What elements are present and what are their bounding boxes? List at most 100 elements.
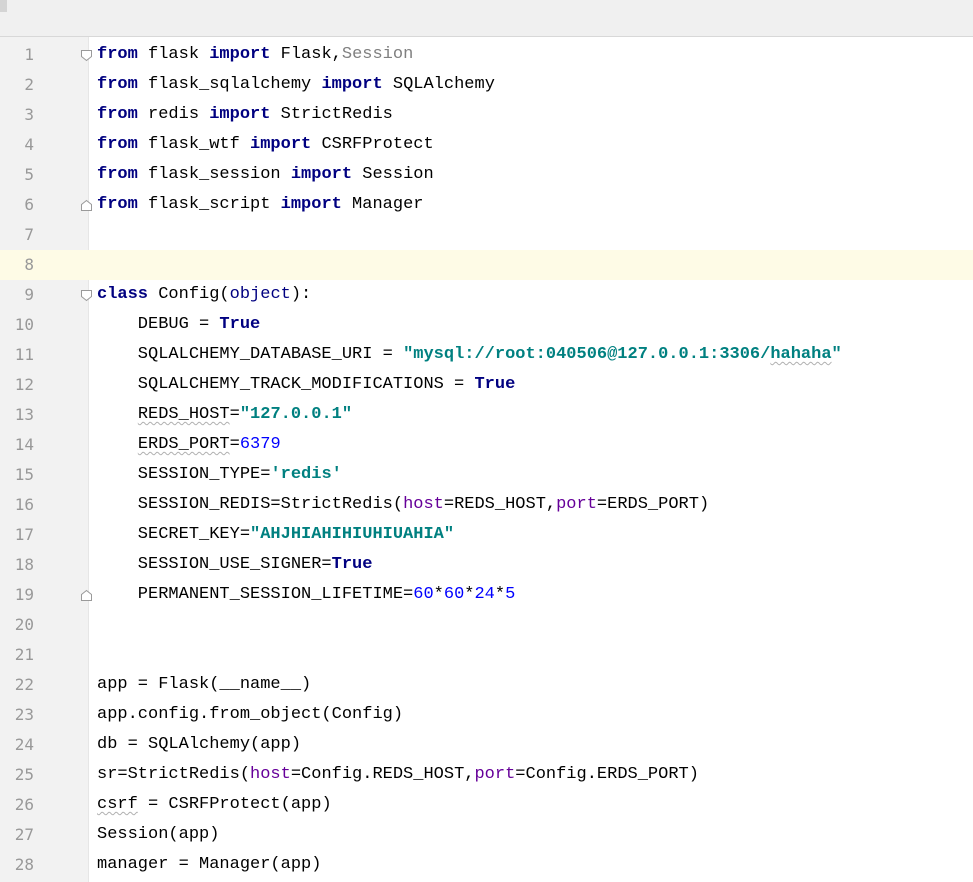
code-token: CSRFProtect (311, 135, 434, 154)
code-text: REDS_HOST="127.0.0.1" (97, 400, 352, 430)
line-number: 22 (14, 675, 34, 694)
code-line[interactable]: 17 SECRET_KEY="AHJHIAHIHIUHIUAHIA" (0, 520, 973, 550)
code-token: import (250, 135, 312, 154)
line-number: 1 (24, 45, 34, 64)
code-line[interactable]: 1 from flask import Flask,Session (0, 40, 973, 70)
code-token: Session (352, 165, 434, 184)
line-number: 27 (14, 825, 34, 844)
line-number: 23 (14, 705, 34, 724)
code-line[interactable]: 14 ERDS_PORT=6379 (0, 430, 973, 460)
code-token: sr=StrictRedis( (97, 765, 251, 784)
code-token: * (433, 585, 444, 604)
code-token: 5 (505, 585, 516, 604)
line-number: 7 (24, 225, 34, 244)
code-token: 60 (443, 585, 465, 604)
code-line[interactable]: 26 csrf = CSRFProtect(app) (0, 790, 973, 820)
code-line[interactable]: 20 (0, 610, 973, 640)
code-token: SESSION_TYPE= (97, 465, 271, 484)
code-token: SQLALCHEMY_TRACK_MODIFICATIONS = (97, 375, 475, 394)
code-line[interactable]: 6 from flask_script import Manager (0, 190, 973, 220)
code-line[interactable]: 2 from flask_sqlalchemy import SQLAlchemy (0, 70, 973, 100)
code-text: SQLALCHEMY_TRACK_MODIFICATIONS = True (97, 370, 515, 400)
code-token: from (97, 75, 138, 94)
code-text: SECRET_KEY="AHJHIAHIHIUHIUAHIA" (97, 520, 454, 550)
code-token: Manager (341, 195, 424, 214)
code-text: from flask import Flask,Session (97, 40, 413, 70)
code-text: SQLALCHEMY_DATABASE_URI = "mysql://root:… (97, 340, 842, 370)
code-token: app.config.from_object(Config) (97, 705, 404, 724)
code-token: import (209, 45, 271, 64)
code-token: import (280, 195, 342, 214)
code-token: flask_wtf (137, 135, 251, 154)
code-line[interactable]: 5 from flask_session import Session (0, 160, 973, 190)
fold-start-icon[interactable] (80, 49, 93, 62)
code-token: manager = Manager(app) (97, 855, 322, 874)
code-token: hahaha (770, 345, 832, 364)
code-line[interactable]: 10 DEBUG = True (0, 310, 973, 340)
code-token: =Config.ERDS_PORT) (515, 765, 699, 784)
code-line[interactable]: 16 SESSION_REDIS=StrictRedis(host=REDS_H… (0, 490, 973, 520)
line-number: 18 (14, 555, 34, 574)
line-number: 13 (14, 405, 34, 424)
code-line[interactable]: 9 class Config(object): (0, 280, 973, 310)
line-number: 5 (24, 165, 34, 184)
code-token: flask_script (137, 195, 281, 214)
code-token: True (331, 555, 373, 574)
code-line[interactable]: 7 (0, 220, 973, 250)
code-line[interactable]: 15 SESSION_TYPE='redis' (0, 460, 973, 490)
code-line[interactable]: 25 sr=StrictRedis(host=Config.REDS_HOST,p… (0, 760, 973, 790)
code-token: , (545, 495, 557, 514)
code-token: SESSION_USE_SIGNER= (97, 555, 332, 574)
code-token: =REDS_HOST (443, 495, 546, 514)
code-token: host (403, 495, 444, 514)
editor-tab-bar (0, 0, 973, 37)
code-text: db = SQLAlchemy(app) (97, 730, 301, 760)
code-text: SESSION_USE_SIGNER=True (97, 550, 373, 580)
code-text: from flask_script import Manager (97, 190, 423, 220)
code-editor[interactable]: 1 from flask import Flask,Session 2 from fl… (0, 37, 973, 882)
fold-start-icon[interactable] (80, 289, 93, 302)
code-token: =Config.REDS_HOST (290, 765, 465, 784)
code-token: , (331, 45, 342, 64)
code-token: SQLALCHEMY_DATABASE_URI = (97, 345, 404, 364)
code-line[interactable]: 3 from redis import StrictRedis (0, 100, 973, 130)
line-number: 17 (14, 525, 34, 544)
code-token: =ERDS_PORT) (596, 495, 710, 514)
code-line[interactable]: 8 (0, 250, 973, 280)
code-token: flask_sqlalchemy (137, 75, 322, 94)
code-line[interactable]: 24 db = SQLAlchemy(app) (0, 730, 973, 760)
line-number: 3 (24, 105, 34, 124)
code-token: DEBUG = (97, 315, 220, 334)
code-text: csrf = CSRFProtect(app) (97, 790, 332, 820)
code-token: True (219, 315, 261, 334)
code-text: PERMANENT_SESSION_LIFETIME=60*60*24*5 (97, 580, 516, 610)
code-line[interactable]: 28 manager = Manager(app) (0, 850, 973, 880)
code-line[interactable]: 27 Session(app) (0, 820, 973, 850)
code-token: port (474, 765, 516, 784)
code-token: ): (290, 285, 312, 304)
code-token: 'redis' (270, 465, 342, 484)
code-token: StrictRedis (270, 105, 393, 124)
fold-end-icon[interactable] (80, 199, 93, 212)
code-line[interactable]: 13 REDS_HOST="127.0.0.1" (0, 400, 973, 430)
line-number: 9 (24, 285, 34, 304)
code-text: sr=StrictRedis(host=Config.REDS_HOST,por… (97, 760, 699, 790)
code-line[interactable]: 22 app = Flask(__name__) (0, 670, 973, 700)
code-token: from (97, 165, 138, 184)
code-line[interactable]: 11 SQLALCHEMY_DATABASE_URI = "mysql://ro… (0, 340, 973, 370)
line-number: 26 (14, 795, 34, 814)
code-line[interactable]: 19 PERMANENT_SESSION_LIFETIME=60*60*24*5 (0, 580, 973, 610)
line-number: 28 (14, 855, 34, 874)
code-token: import (209, 105, 271, 124)
code-text: SESSION_REDIS=StrictRedis(host=REDS_HOST… (97, 490, 709, 520)
code-token: 6379 (239, 435, 281, 454)
code-line[interactable]: 12 SQLALCHEMY_TRACK_MODIFICATIONS = True (0, 370, 973, 400)
code-line[interactable]: 18 SESSION_USE_SIGNER=True (0, 550, 973, 580)
code-line[interactable]: 23 app.config.from_object(Config) (0, 700, 973, 730)
fold-end-icon[interactable] (80, 589, 93, 602)
code-line[interactable]: 4 from flask_wtf import CSRFProtect (0, 130, 973, 160)
code-line[interactable]: 21 (0, 640, 973, 670)
code-token: = (229, 405, 240, 424)
code-text: ERDS_PORT=6379 (97, 430, 281, 460)
